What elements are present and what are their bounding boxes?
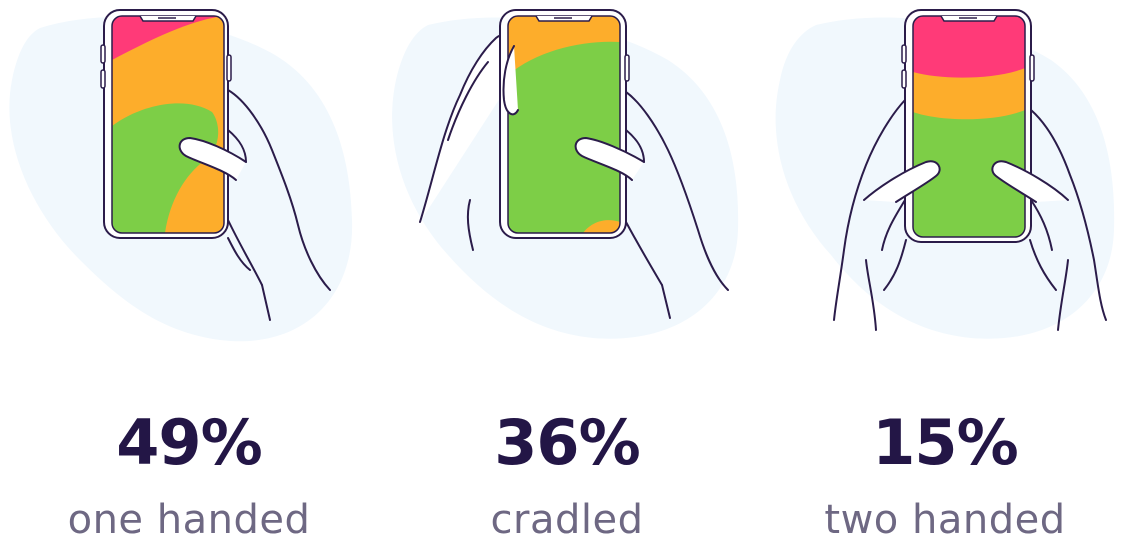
stat-two-handed: 15% two handed <box>756 0 1134 546</box>
zone-natural <box>508 41 620 233</box>
stat-cradled: 36% cradled <box>378 0 756 546</box>
percent-value: 36% <box>494 406 640 479</box>
grip-label: one handed <box>67 497 311 543</box>
stat-one-handed: 49% one handed <box>0 0 378 546</box>
percent-value: 49% <box>116 406 262 479</box>
two-handed-illustration <box>775 9 1115 339</box>
one-handed-illustration <box>9 9 353 342</box>
cradled-illustration <box>392 9 739 339</box>
grip-label: two handed <box>824 497 1066 543</box>
grip-label: cradled <box>490 497 644 543</box>
percent-value: 15% <box>872 406 1018 479</box>
